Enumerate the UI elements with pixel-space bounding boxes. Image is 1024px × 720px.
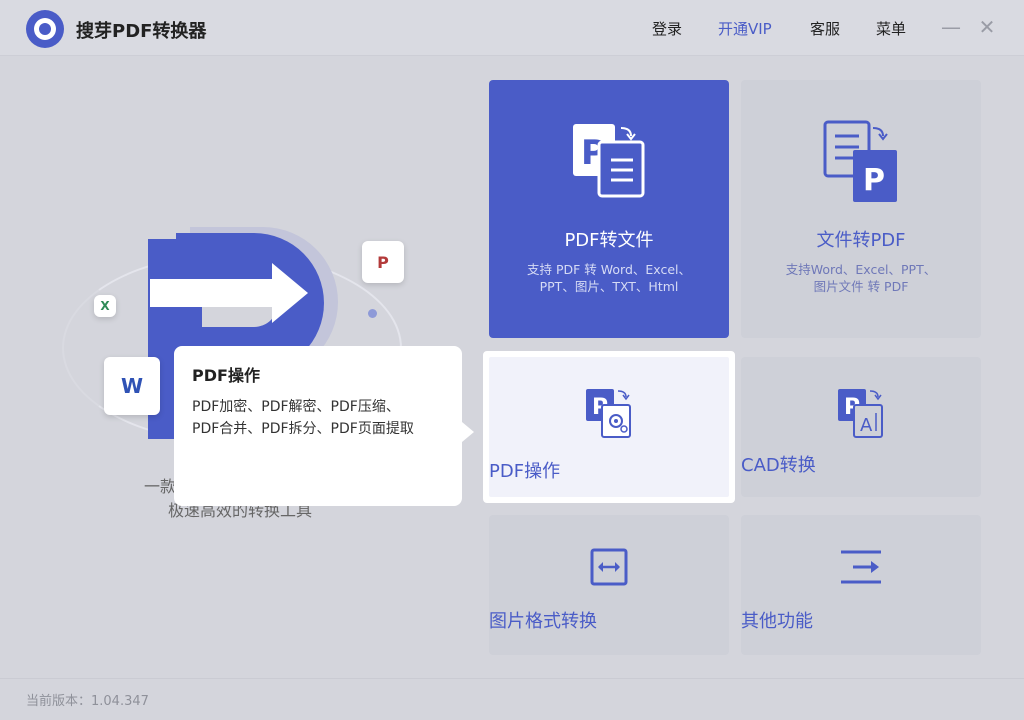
card-description-line: 支持 PDF 转 Word、Excel、 [526, 262, 691, 277]
vip-link[interactable]: 开通VIP [718, 18, 772, 39]
arrow-icon [150, 279, 278, 307]
pdf-operation-tooltip: PDF操作 PDF加密、PDF解密、PDF压缩、 PDF合并、PDF拆分、PDF… [174, 346, 474, 506]
pdf-operation-card[interactable]: P PDF操作 [483, 351, 735, 503]
card-title: PDF转文件 [564, 230, 654, 251]
app-title: 搜芽PDF转换器 [76, 21, 207, 42]
excel-icon: X [94, 295, 116, 317]
status-bar: 当前版本：1.04.347 [0, 678, 1024, 720]
image-convert-icon [590, 548, 628, 586]
decorative-dot [368, 309, 377, 318]
card-title: 文件转PDF [816, 230, 906, 251]
pdf-file-icon: P [362, 241, 404, 283]
card-description-line: PPT、图片、TXT、Html [539, 279, 679, 294]
card-description-line: 支持Word、Excel、PPT、 [785, 262, 937, 277]
card-description-line: 图片文件 转 PDF [813, 279, 909, 294]
card-title: PDF操作 [489, 461, 561, 482]
title-bar: 搜芽PDF转换器 登录 开通VIP 客服 菜单 — ✕ [0, 0, 1024, 56]
pdf-operation-icon: P [586, 389, 631, 438]
customer-service-link[interactable]: 客服 [810, 18, 840, 39]
svg-text:A: A [860, 415, 873, 436]
pdf-to-file-card[interactable]: P PDF转文件 支持 PDF 转 Word、Excel、 PPT、图片、TXT… [489, 80, 729, 338]
card-title: CAD转换 [741, 455, 816, 476]
card-description: 支持 PDF 转 Word、Excel、 PPT、图片、TXT、Html [489, 261, 729, 295]
tooltip-title: PDF操作 [192, 366, 260, 385]
login-link[interactable]: 登录 [652, 18, 682, 39]
card-title: 其他功能 [741, 611, 813, 632]
other-functions-card[interactable]: 其他功能 [741, 515, 981, 655]
other-functions-icon [841, 550, 881, 584]
file-to-pdf-icon: P [823, 120, 897, 202]
card-title: 图片格式转换 [489, 611, 597, 632]
svg-text:P: P [863, 163, 885, 198]
word-icon: W [104, 357, 160, 415]
cad-convert-card[interactable]: P A CAD转换 [741, 357, 981, 497]
minimize-button[interactable]: — [938, 14, 964, 40]
cad-convert-icon: P A [838, 389, 883, 438]
close-button[interactable]: ✕ [974, 14, 1000, 40]
card-description: 支持Word、Excel、PPT、 图片文件 转 PDF [741, 261, 981, 295]
app-logo-icon [26, 10, 64, 48]
file-to-pdf-card[interactable]: P 文件转PDF 支持Word、Excel、PPT、 图片文件 转 PDF [741, 80, 981, 338]
version-label: 当前版本：1.04.347 [26, 694, 149, 709]
tooltip-line: PDF合并、PDF拆分、PDF页面提取 [192, 421, 414, 437]
menu-link[interactable]: 菜单 [876, 18, 906, 39]
tooltip-line: PDF加密、PDF解密、PDF压缩、 [192, 399, 400, 415]
pdf-to-file-icon: P [573, 124, 645, 198]
image-convert-card[interactable]: 图片格式转换 [489, 515, 729, 655]
